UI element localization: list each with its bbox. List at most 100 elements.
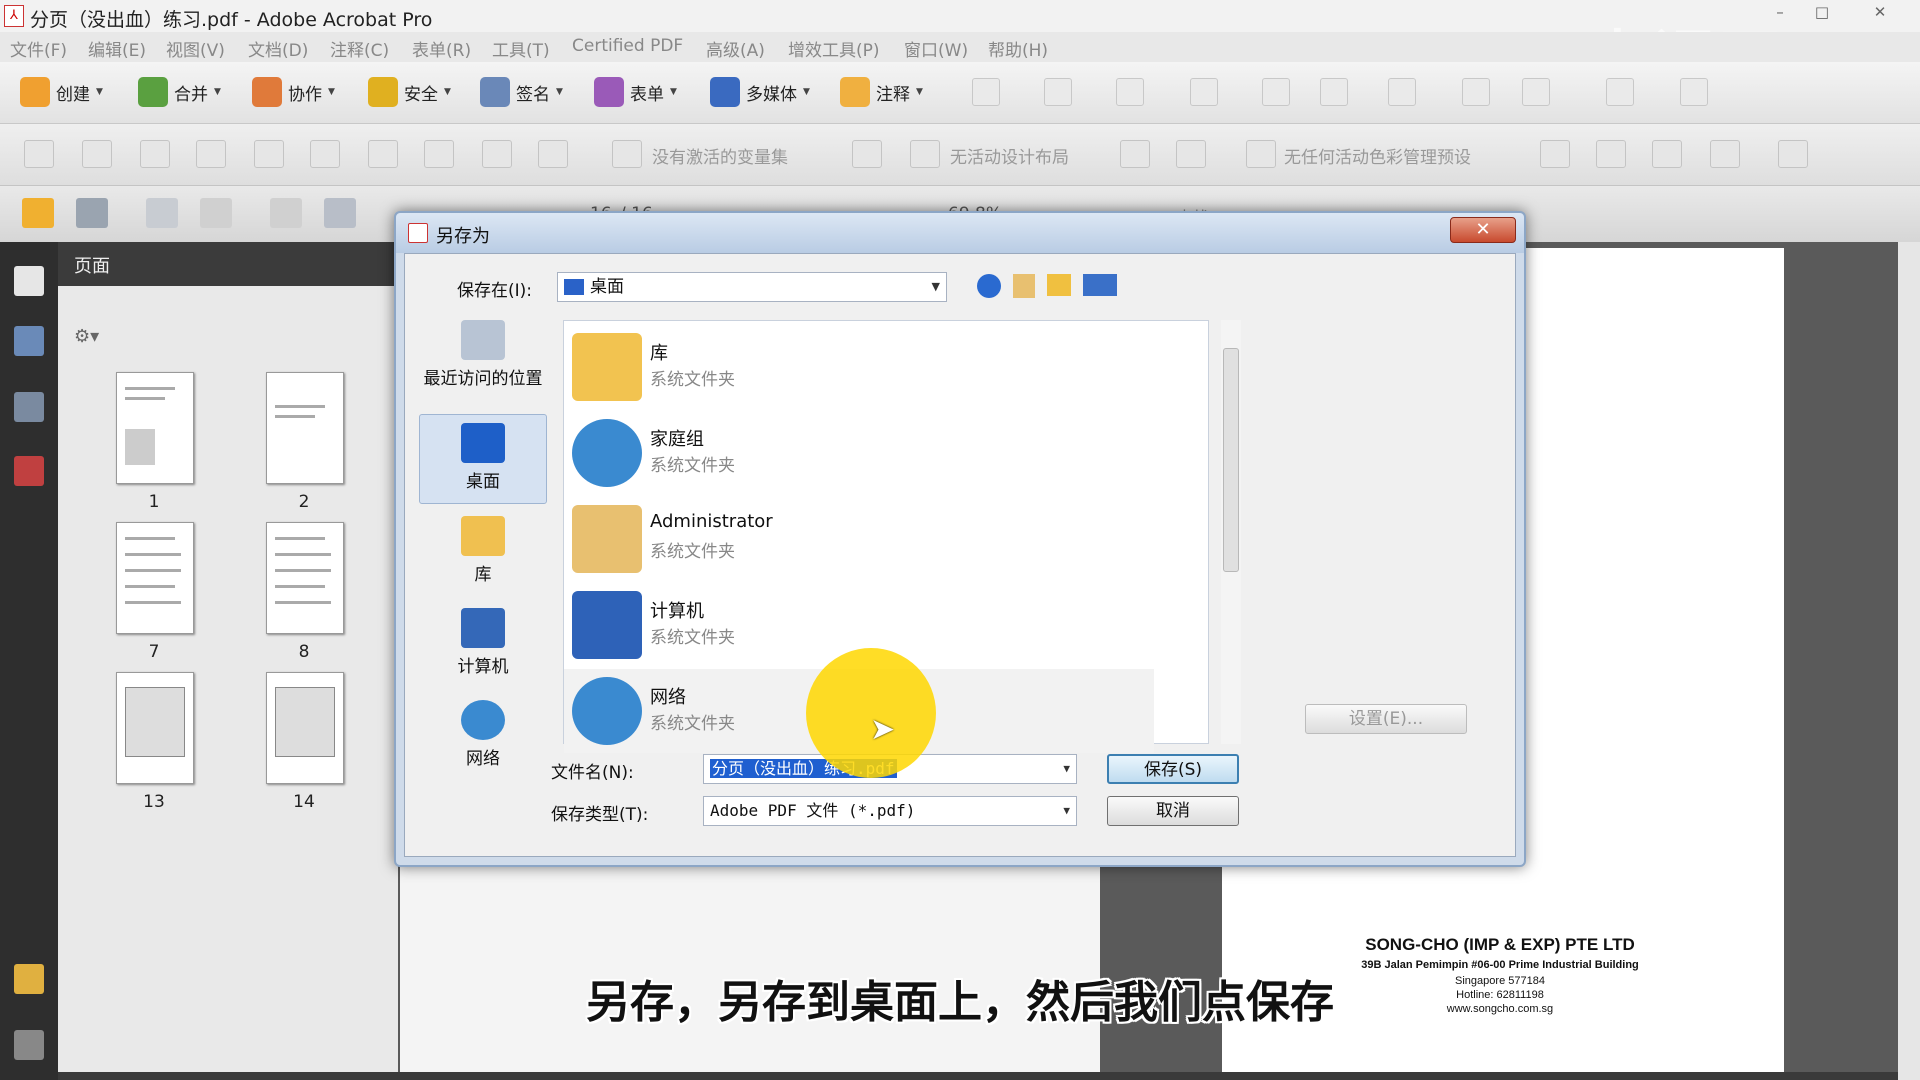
check-icon[interactable] (82, 140, 112, 168)
secure-button[interactable]: 安全 ▼ (368, 74, 451, 110)
layout-icon[interactable] (310, 140, 340, 168)
menu-forms[interactable]: 表单(R) (412, 36, 471, 61)
menu-window[interactable]: 窗口(W) (904, 36, 968, 61)
place-computer[interactable]: 计算机 (419, 608, 547, 686)
page-number-label: 1 (148, 492, 160, 512)
pages-icon[interactable] (14, 266, 44, 296)
move-tool-icon[interactable] (1116, 78, 1144, 106)
panel-icon[interactable] (1778, 140, 1808, 168)
up-folder-icon[interactable] (1013, 274, 1035, 298)
page-thumbnail[interactable] (266, 522, 344, 634)
stamp-tool-icon[interactable] (1320, 78, 1348, 106)
back-icon[interactable] (977, 274, 1001, 298)
menu-view[interactable]: 视图(V) (166, 36, 225, 61)
comment-button[interactable]: 注释 ▼ (840, 74, 923, 110)
export-icon[interactable] (1680, 78, 1708, 106)
stack-icon[interactable] (1710, 140, 1740, 168)
bookmarks-icon[interactable] (14, 326, 44, 356)
text-tool-icon[interactable] (1190, 78, 1218, 106)
save-as-dialog: 另存为 ✕ 保存在(I): 桌面 ▼ 最近访问的位置 桌面 库 计算机 网络 库… (394, 211, 1526, 867)
list-item[interactable]: 家庭组 系统文件夹 (564, 411, 1154, 495)
print-icon[interactable] (76, 198, 108, 228)
multimedia-button[interactable]: 多媒体 ▼ (710, 74, 810, 110)
signatures-icon[interactable] (14, 392, 44, 422)
create-button[interactable]: 创建 ▼ (20, 74, 103, 110)
color-management-icon[interactable] (1246, 140, 1276, 168)
place-desktop[interactable]: 桌面 (419, 414, 547, 504)
output-preview-icon[interactable] (140, 140, 170, 168)
save-icon[interactable] (324, 198, 356, 228)
menu-comment[interactable]: 注释(C) (330, 36, 389, 61)
print-icon[interactable] (368, 140, 398, 168)
design-icon[interactable] (852, 140, 882, 168)
page-number-label: 14 (293, 792, 315, 812)
pin-tool-icon[interactable] (1388, 78, 1416, 106)
menu-edit[interactable]: 编辑(E) (88, 36, 146, 61)
brush-icon[interactable] (1120, 140, 1150, 168)
filetype-dropdown[interactable]: Adobe PDF 文件 (*.pdf) ▼ (703, 796, 1077, 826)
rotate-icon[interactable] (1606, 78, 1634, 106)
list-item[interactable]: 库系统文件夹 (564, 325, 1154, 409)
place-recent[interactable]: 最近访问的位置 (419, 320, 547, 404)
cancel-button[interactable]: 取消 (1107, 796, 1239, 826)
page-thumbnail[interactable] (116, 672, 194, 784)
save-in-dropdown[interactable]: 桌面 ▼ (557, 272, 947, 302)
document-scrollbar[interactable] (1898, 242, 1920, 1080)
list-item[interactable]: Administrator 系统文件夹 (564, 497, 1154, 581)
color-preset-dropdown[interactable]: 无任何活动色彩管理预设 (1284, 143, 1471, 168)
variable-set-dropdown[interactable]: 没有激活的变量集 (652, 143, 788, 168)
page-thumbnail[interactable] (116, 372, 194, 484)
warning-icon[interactable] (538, 140, 568, 168)
settings-button[interactable]: 设置(E)... (1305, 704, 1467, 734)
menu-file[interactable]: 文件(F) (10, 36, 67, 61)
menu-document[interactable]: 文档(D) (248, 36, 308, 61)
options-gear-icon[interactable]: ⚙▾ (74, 326, 99, 347)
chevron-down-icon: ▼ (328, 87, 335, 97)
filter-icon[interactable] (254, 140, 284, 168)
note-icon[interactable] (1540, 140, 1570, 168)
crop-marks-icon[interactable] (1176, 140, 1206, 168)
settings-gear-icon[interactable] (196, 140, 226, 168)
frame-tool-icon[interactable] (1522, 78, 1550, 106)
collaborate-button[interactable]: 协作 ▼ (252, 74, 335, 110)
file-list-scrollbar[interactable] (1221, 320, 1241, 744)
sign-button[interactable]: 签名 ▼ (480, 74, 563, 110)
touchup-text-icon[interactable] (1262, 78, 1290, 106)
view-menu-icon[interactable] (1083, 274, 1117, 296)
maximize-button[interactable]: □ (1804, 2, 1840, 22)
select-tool-icon[interactable] (972, 78, 1000, 106)
combine-button[interactable]: 合并 ▼ (138, 74, 221, 110)
grid-layout-icon[interactable] (910, 140, 940, 168)
close-window-button[interactable]: ✕ (1862, 2, 1898, 22)
menu-advanced[interactable]: 高级(A) (706, 36, 765, 61)
pattern-icon[interactable] (1652, 140, 1682, 168)
page-icon[interactable] (424, 140, 454, 168)
menu-tools[interactable]: 工具(T) (492, 36, 550, 61)
page-thumbnail[interactable] (266, 372, 344, 484)
upload-icon[interactable] (146, 198, 178, 228)
email-icon[interactable] (200, 198, 232, 228)
page-thumbnail[interactable] (266, 672, 344, 784)
paperclip-icon[interactable] (14, 1030, 44, 1060)
place-libraries[interactable]: 库 (419, 516, 547, 594)
new-folder-icon[interactable] (1047, 274, 1071, 296)
menu-certified-pdf[interactable]: Certified PDF (572, 36, 683, 56)
mail-icon[interactable] (1596, 140, 1626, 168)
scrollbar-thumb[interactable] (1223, 348, 1239, 572)
place-network[interactable]: 网络 (419, 700, 547, 778)
attachments-pdf-icon[interactable] (14, 456, 44, 486)
variable-icon[interactable] (612, 140, 642, 168)
menu-plugins[interactable]: 增效工具(P) (788, 36, 880, 61)
disk-icon[interactable] (270, 198, 302, 228)
save-button[interactable]: 保存(S) (1107, 754, 1239, 784)
image-icon[interactable] (482, 140, 512, 168)
crop-tool-icon[interactable] (1462, 78, 1490, 106)
design-layout-dropdown[interactable]: 无活动设计布局 (950, 143, 1069, 168)
open-folder-icon[interactable] (22, 198, 54, 228)
preflight-icon[interactable] (24, 140, 54, 168)
dialog-close-button[interactable]: ✕ (1450, 217, 1516, 243)
marquee-tool-icon[interactable] (1044, 78, 1072, 106)
menu-help[interactable]: 帮助(H) (988, 36, 1048, 61)
forms-button[interactable]: 表单 ▼ (594, 74, 677, 110)
page-thumbnail[interactable] (116, 522, 194, 634)
